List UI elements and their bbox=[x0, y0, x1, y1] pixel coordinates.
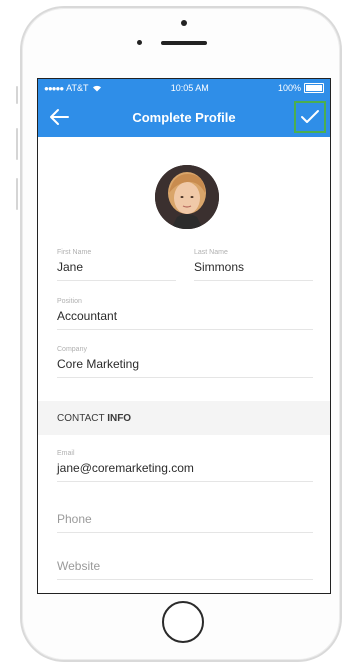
email-field[interactable]: Email jane@coremarketing.com bbox=[57, 450, 313, 482]
company-label: Company bbox=[57, 346, 87, 353]
carrier-name: AT&T bbox=[66, 83, 89, 93]
app-screen: ●●●●● AT&T 10:05 AM 100% Complete Profil… bbox=[37, 78, 331, 594]
phone-field[interactable]: Phone bbox=[57, 512, 313, 533]
home-button[interactable] bbox=[162, 601, 204, 643]
volume-down-button bbox=[16, 178, 18, 210]
battery-status: 100% bbox=[278, 83, 324, 93]
signal-icon: ●●●●● bbox=[44, 83, 64, 93]
company-value[interactable]: Core Marketing bbox=[57, 357, 313, 371]
mute-switch bbox=[16, 86, 18, 104]
proximity-sensor bbox=[137, 40, 142, 45]
first-name-label: First Name bbox=[57, 249, 92, 256]
carrier-status: ●●●●● AT&T bbox=[44, 83, 102, 93]
status-bar: ●●●●● AT&T 10:05 AM 100% bbox=[38, 79, 330, 97]
volume-up-button bbox=[16, 128, 18, 160]
nav-bar: Complete Profile bbox=[38, 97, 330, 137]
phone-placeholder[interactable]: Phone bbox=[57, 512, 313, 526]
position-label: Position bbox=[57, 298, 82, 305]
first-name-value[interactable]: Jane bbox=[57, 260, 176, 274]
company-field[interactable]: Company Core Marketing bbox=[57, 346, 313, 378]
last-name-label: Last Name bbox=[194, 249, 228, 256]
arrow-left-icon bbox=[50, 109, 69, 125]
back-button[interactable] bbox=[48, 107, 70, 127]
front-camera bbox=[181, 20, 187, 26]
website-placeholder[interactable]: Website bbox=[57, 559, 313, 573]
battery-icon bbox=[303, 83, 324, 93]
checkmark-icon bbox=[301, 110, 319, 123]
section-title-prefix: CONTACT bbox=[57, 412, 105, 424]
profile-form: First Name Jane Last Name Simmons Positi… bbox=[38, 137, 330, 593]
profile-photo bbox=[155, 165, 219, 229]
contact-info-header: CONTACT INFO bbox=[38, 401, 330, 435]
position-value[interactable]: Accountant bbox=[57, 309, 313, 323]
status-time: 10:05 AM bbox=[170, 83, 209, 93]
page-title: Complete Profile bbox=[132, 109, 236, 125]
email-label: Email bbox=[57, 450, 75, 457]
last-name-field[interactable]: Last Name Simmons bbox=[194, 249, 313, 281]
position-field[interactable]: Position Accountant bbox=[57, 298, 313, 330]
last-name-value[interactable]: Simmons bbox=[194, 260, 313, 274]
wifi-icon bbox=[92, 85, 101, 92]
website-field[interactable]: Website bbox=[57, 559, 313, 580]
earpiece-speaker bbox=[161, 41, 207, 45]
section-title-bold: INFO bbox=[107, 412, 132, 424]
confirm-button[interactable] bbox=[294, 101, 326, 133]
email-value[interactable]: jane@coremarketing.com bbox=[57, 461, 313, 475]
section-title: CONTACT INFO bbox=[38, 413, 131, 424]
avatar[interactable] bbox=[155, 165, 219, 229]
first-name-field[interactable]: First Name Jane bbox=[57, 249, 176, 281]
battery-percent: 100% bbox=[277, 83, 301, 93]
